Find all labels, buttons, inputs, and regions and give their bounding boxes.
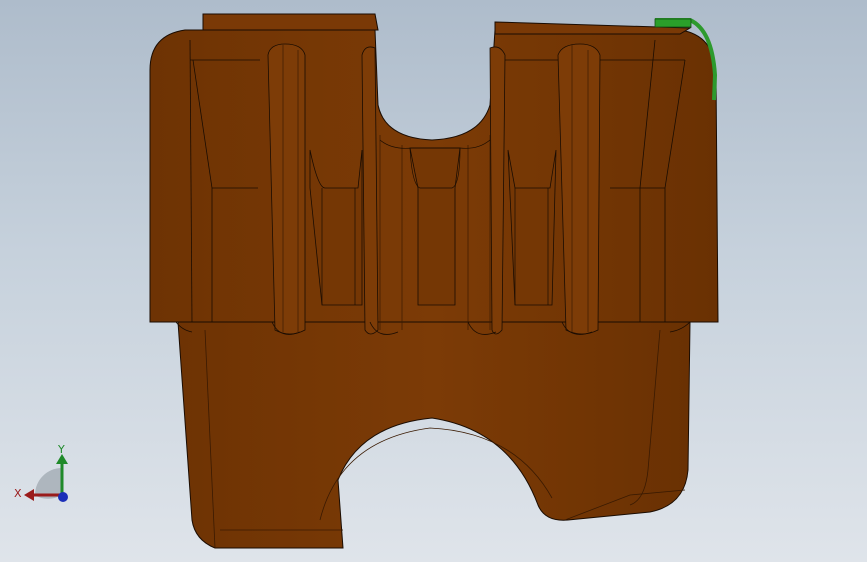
- x-axis-arrow: [24, 489, 34, 501]
- rib-3: [489, 46, 506, 335]
- x-axis-label: X: [14, 487, 22, 500]
- rib-2: [361, 46, 379, 335]
- graphics-viewport[interactable]: Y X: [0, 0, 867, 562]
- cad-part-model[interactable]: [0, 0, 867, 562]
- lower-body: [177, 321, 691, 549]
- y-axis-label: Y: [57, 443, 65, 456]
- z-axis-dot: [58, 492, 68, 502]
- top-tab-left: [202, 13, 379, 31]
- coordinate-triad: Y X: [14, 443, 68, 502]
